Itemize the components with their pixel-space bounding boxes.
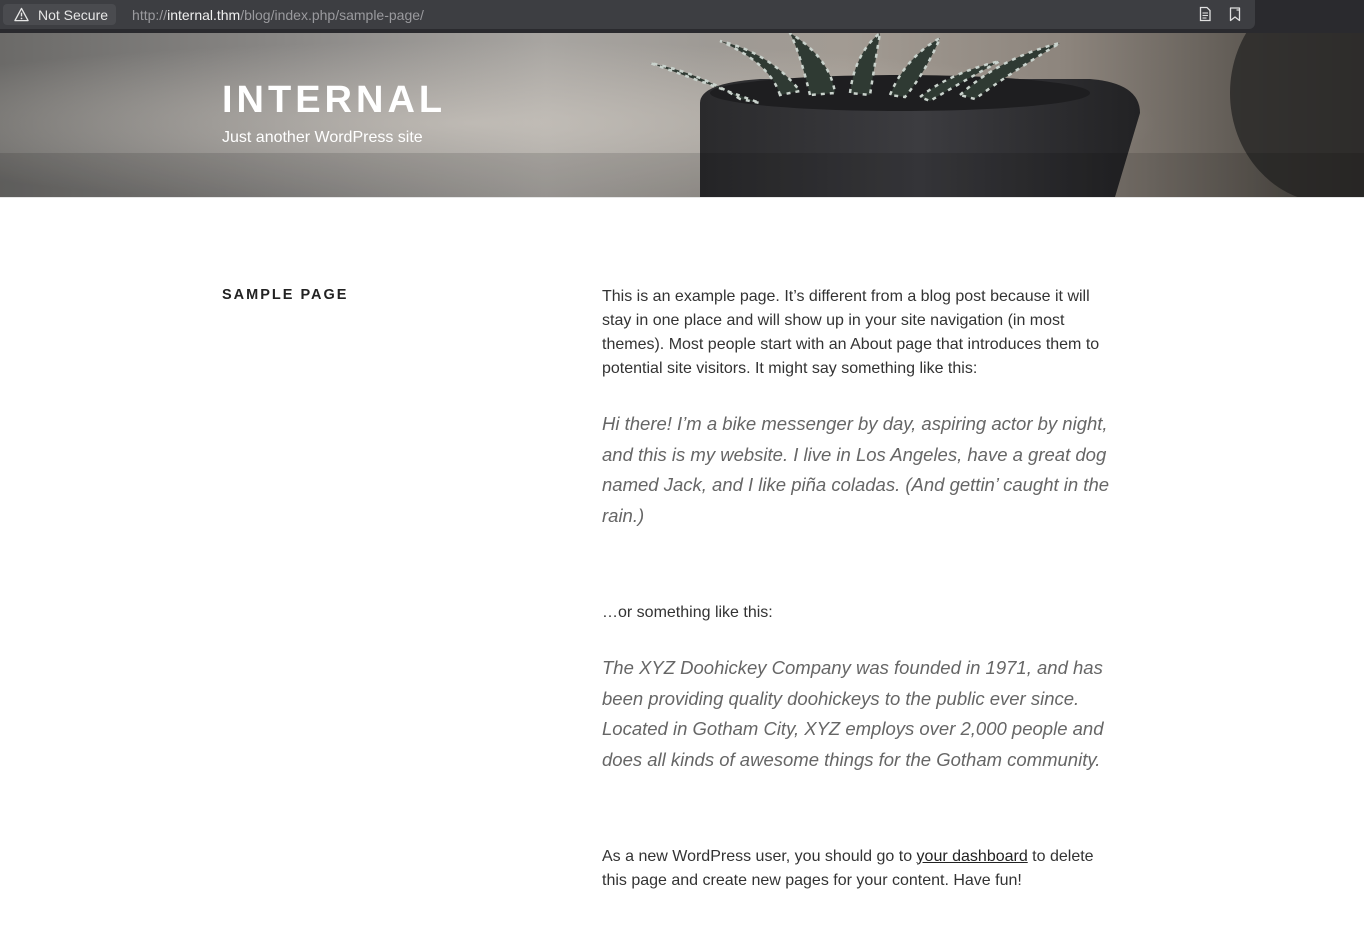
security-indicator[interactable]: Not Secure — [3, 4, 117, 25]
bookmark-icon[interactable] — [1227, 6, 1243, 27]
intro-paragraph: This is an example page. It’s different … — [602, 288, 1100, 377]
url-path: /blog/index.php/sample-page/ — [240, 6, 424, 23]
not-secure-label: Not Secure — [38, 6, 109, 23]
site-header: INTERNAL Just another WordPress site — [0, 33, 1364, 197]
url-host: internal.thm — [167, 6, 241, 23]
entry-content: This is an example page. It’s different … — [602, 285, 1117, 893]
url-bar[interactable]: Not Secure http://internal.thm/blog/inde… — [0, 0, 1255, 29]
header-divider — [0, 197, 1364, 198]
warning-icon — [14, 7, 29, 22]
blockquote-1: Hi there! I’m a bike messenger by day, a… — [602, 413, 1110, 527]
reader-view-icon[interactable] — [1197, 6, 1213, 27]
header-plant-image — [0, 33, 1364, 197]
site-title[interactable]: INTERNAL — [222, 79, 446, 122]
closing-text-before: As a new WordPress user, you should go t… — [602, 847, 917, 865]
site-tagline: Just another WordPress site — [222, 129, 423, 146]
middle-paragraph: …or something like this: — [602, 603, 773, 621]
dashboard-link[interactable]: your dashboard — [917, 848, 1028, 865]
url-text[interactable]: http://internal.thm/blog/index.php/sampl… — [132, 7, 424, 23]
blockquote-2: The XYZ Doohickey Company was founded in… — [602, 656, 1104, 770]
url-scheme: http:// — [132, 6, 168, 23]
closing-paragraph: As a new WordPress user, you should go t… — [602, 845, 1117, 893]
page-title: SAMPLE PAGE — [222, 287, 349, 303]
